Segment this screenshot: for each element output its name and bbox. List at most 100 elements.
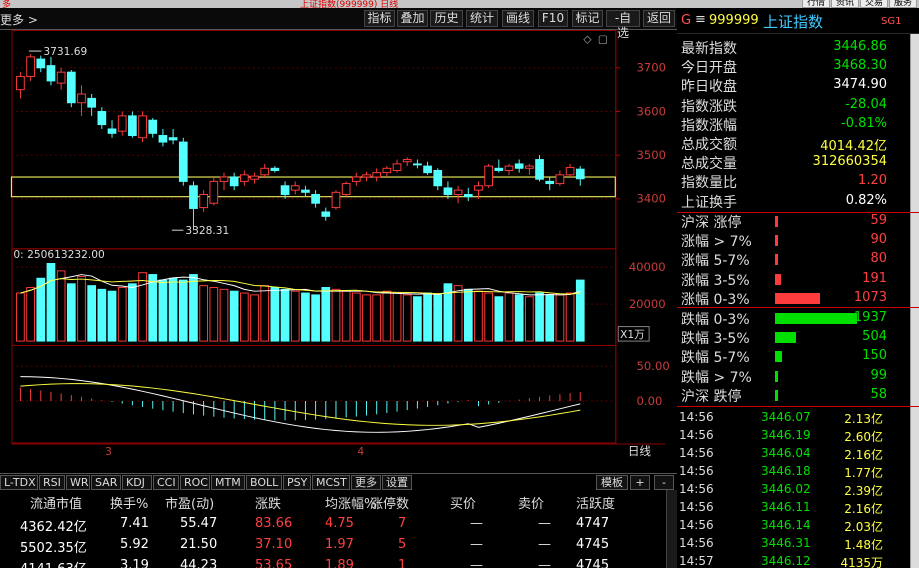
date-label-month: 4 — [357, 445, 364, 458]
candle-body — [341, 183, 351, 195]
quote-value: 3468.30 — [833, 58, 887, 74]
volume-bar — [56, 270, 66, 342]
template-button[interactable]: 模板 — [596, 475, 628, 490]
indicator-tab[interactable]: 更多 — [351, 475, 381, 490]
overlay-button[interactable]: 叠加 — [397, 10, 428, 27]
breadth-down-row: 沪深 跌停 58 — [681, 386, 887, 405]
candle-body — [250, 175, 259, 180]
breadth-value: 99 — [870, 367, 887, 383]
top-tab-trade[interactable]: 交易 — [859, 0, 888, 8]
table-header[interactable]: 换手% — [110, 493, 148, 512]
history-button[interactable]: 历史 — [430, 10, 463, 27]
table-header[interactable]: 卖价 — [518, 493, 544, 512]
indicator-tab[interactable]: WR — [66, 475, 90, 490]
table-header[interactable]: 活跃度 — [576, 493, 615, 512]
right-scrollbar[interactable] — [910, 34, 919, 568]
tick-volume: 4135万 — [840, 556, 883, 568]
draw-line-button[interactable]: 画线 — [502, 10, 534, 27]
price-tick-label: 3400 — [637, 192, 666, 206]
watchlist-button[interactable]: -自选 — [606, 10, 640, 40]
stats-button[interactable]: 统计 — [466, 10, 498, 27]
indicator-tab[interactable]: KDJ — [122, 475, 152, 490]
table-header[interactable]: 买价 — [450, 493, 476, 512]
tick-volume: 1.48亿 — [844, 538, 883, 552]
candle-body — [535, 159, 544, 180]
tick-row: 14:56 3446.31 1.48亿 — [677, 536, 883, 554]
indicator-button[interactable]: 指标 — [364, 10, 395, 27]
candle-body — [219, 176, 229, 182]
candle-body — [107, 128, 117, 134]
indicator-tab[interactable]: CCI — [153, 475, 179, 490]
zoom-out-button[interactable]: - — [654, 475, 674, 490]
top-tab-quote[interactable]: 行情 — [801, 0, 830, 8]
sector-table: 流通市值 换手% 市盈(动) 涨跌 均涨幅% 涨停数 买价 卖价 活跃度 4362.42亿 7.41… — [0, 490, 666, 568]
volume-bar — [351, 292, 361, 342]
breadth-down-bar — [775, 370, 778, 382]
breadth-value: 90 — [870, 232, 887, 248]
quote-row: 今日开盘 3468.30 — [681, 57, 887, 76]
mark-button[interactable]: 标记 — [572, 10, 603, 27]
quote-label: 指数量比 — [681, 175, 737, 192]
tick-price: 3446.11 — [761, 500, 811, 514]
volume-bar — [77, 275, 86, 342]
volume-bar — [199, 285, 208, 342]
tick-volume: 2.03亿 — [844, 520, 883, 534]
zoom-in-button[interactable]: + — [630, 475, 650, 490]
volume-bar — [575, 279, 585, 342]
f10-button[interactable]: F10 — [538, 10, 568, 27]
top-tab-service[interactable]: 服务 — [888, 0, 917, 8]
volume-bar — [423, 292, 432, 342]
table-header[interactable]: 均涨幅% — [325, 493, 376, 512]
indicator-tab[interactable]: RSI — [39, 475, 65, 490]
indicator-tab[interactable]: L-TDX — [0, 475, 38, 490]
breadth-up-bar — [775, 254, 778, 266]
breadth-up-row: 沪深 涨停 59 — [681, 212, 887, 231]
candle-body — [545, 180, 555, 185]
back-button[interactable]: 返回 — [643, 10, 675, 27]
top-tab-news[interactable]: 资讯 — [830, 0, 859, 8]
quote-label: 总成交额 — [681, 137, 737, 153]
table-cell: — — [538, 516, 551, 531]
volume-bar — [168, 277, 178, 342]
candle-body — [87, 97, 97, 108]
quote-row: 最新指数 3446.86 — [681, 38, 887, 57]
candle-body — [209, 180, 219, 204]
quote-value: -0.81% — [841, 115, 887, 131]
quote-header: G ≡ 999999 上证指数 SG1 — [677, 8, 919, 34]
table-cell: 1.89 — [325, 558, 354, 568]
table-cell: 5.92 — [120, 537, 149, 552]
table-header[interactable]: 流通市值 — [30, 493, 82, 512]
volume-bar — [280, 288, 290, 342]
price-tick-label: 3700 — [637, 61, 666, 75]
candle-body — [46, 65, 56, 82]
security-name: 上证指数 — [763, 13, 824, 31]
indicator-tab[interactable]: PSY — [283, 475, 311, 490]
tick-volume: 2.16亿 — [844, 502, 883, 516]
table-cell: 7 — [398, 516, 407, 531]
candle-body — [138, 115, 147, 139]
indicator-tab[interactable]: MCST — [312, 475, 350, 490]
table-cell: 83.66 — [255, 516, 293, 531]
quote-value: -28.04 — [845, 96, 887, 112]
table-header[interactable]: 市盈(动) — [165, 493, 214, 512]
kline-chart[interactable]: 3700 3600 3500 3400 ◇ ▢ 3731.69 3328.31 0: 25061… — [0, 30, 677, 458]
more-button[interactable]: 更多 > — [0, 11, 38, 28]
indicator-tab[interactable]: ROC — [180, 475, 210, 490]
table-scrollbar[interactable] — [666, 490, 677, 568]
indicator-tab[interactable]: MTM — [211, 475, 245, 490]
table-header[interactable]: 涨停数 — [370, 493, 409, 512]
table-cell: 4747 — [576, 516, 610, 531]
table-header[interactable]: 涨跌 — [255, 493, 281, 512]
indicator-tab[interactable]: 设置 — [382, 475, 412, 490]
breadth-value: 80 — [870, 251, 887, 267]
volume-bar — [290, 290, 300, 342]
volume-bar — [525, 296, 534, 342]
breadth-value: 504 — [862, 329, 887, 345]
tick-time: 14:56 — [679, 536, 714, 550]
indicator-tab[interactable]: SAR — [91, 475, 121, 490]
volume-bar — [372, 294, 382, 342]
price-tick-label: 3600 — [637, 104, 666, 118]
quote-row: 上证换手 0.82% — [681, 192, 887, 211]
indicator-tab[interactable]: BOLL — [246, 475, 282, 490]
menu-icon[interactable]: ≡ — [695, 12, 706, 27]
